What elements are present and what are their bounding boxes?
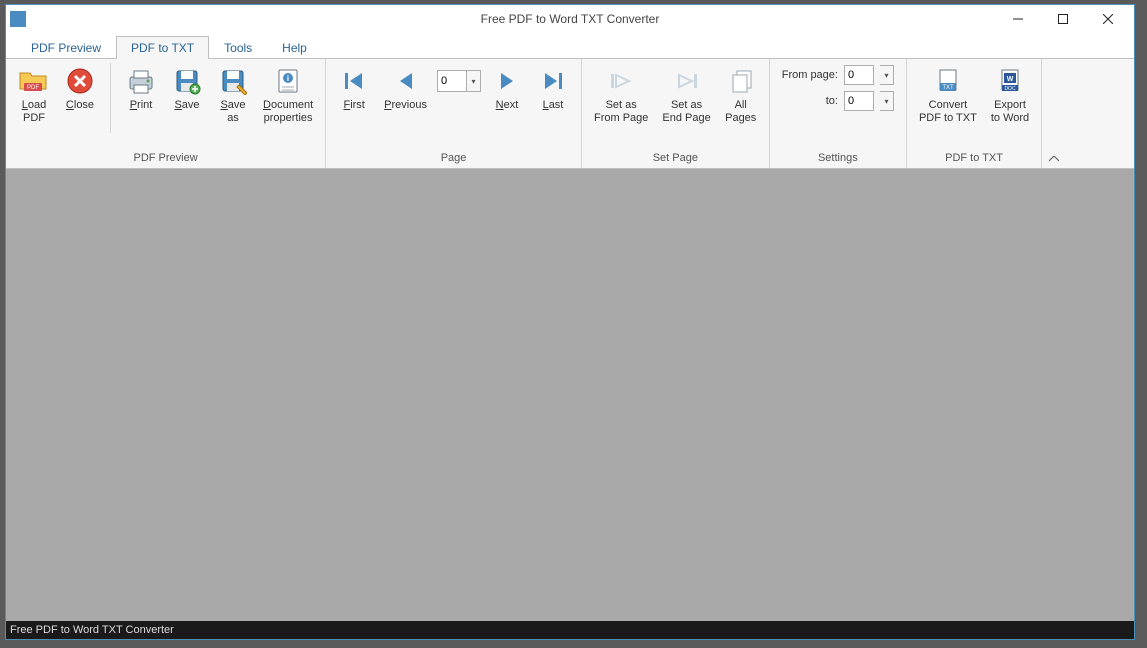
minimize-button[interactable]: [995, 5, 1040, 33]
from-page-row: From page: ▾: [782, 65, 894, 85]
set-from-label: Set asFrom Page: [594, 99, 648, 125]
document-area: [6, 169, 1134, 621]
set-end-icon: [671, 65, 703, 97]
txt-file-icon: TXT: [932, 65, 964, 97]
close-pdf-button[interactable]: Close: [60, 63, 100, 114]
from-page-label: From page:: [782, 69, 838, 81]
next-icon: [491, 65, 523, 97]
set-end-label: Set asEnd Page: [662, 99, 710, 125]
page-number-input[interactable]: [437, 70, 467, 92]
svg-text:TXT: TXT: [942, 85, 954, 91]
printer-icon: [125, 65, 157, 97]
divider: [110, 63, 111, 133]
convert-to-txt-button[interactable]: TXT ConvertPDF to TXT: [915, 63, 981, 127]
statusbar: Free PDF to Word TXT Converter: [6, 621, 1134, 639]
group-pdf-preview: PDF LoadPDF Close Print Save: [6, 59, 326, 168]
from-page-input[interactable]: [844, 65, 874, 85]
first-icon: [338, 65, 370, 97]
all-pages-icon: [725, 65, 757, 97]
first-page-button[interactable]: First: [334, 63, 374, 114]
document-properties-button[interactable]: i Documentproperties: [259, 63, 317, 127]
tab-help[interactable]: Help: [267, 36, 322, 59]
to-page-label: to:: [826, 95, 838, 107]
ribbon: PDF LoadPDF Close Print Save: [6, 59, 1134, 169]
app-window: Free PDF to Word TXT Converter PDF Previ…: [5, 4, 1135, 640]
group-title-setpage: Set Page: [590, 149, 761, 168]
print-button[interactable]: Print: [121, 63, 161, 114]
last-page-button[interactable]: Last: [533, 63, 573, 114]
tab-tools[interactable]: Tools: [209, 36, 267, 59]
from-page-dropdown[interactable]: ▾: [880, 65, 894, 85]
close-x-icon: [64, 65, 96, 97]
group-title-convert: PDF to TXT: [915, 149, 1033, 168]
collapse-ribbon-button[interactable]: [1042, 59, 1066, 168]
all-pages-button[interactable]: AllPages: [721, 63, 761, 127]
previous-icon: [390, 65, 422, 97]
save-button[interactable]: Save: [167, 63, 207, 114]
export-to-word-button[interactable]: W DOC Exportto Word: [987, 63, 1033, 127]
page-number-field: ▾: [437, 65, 481, 97]
to-page-dropdown[interactable]: ▾: [880, 91, 894, 111]
svg-text:W: W: [1007, 76, 1014, 83]
word-file-icon: W DOC: [994, 65, 1026, 97]
group-set-page: Set asFrom Page Set asEnd Page AllPages …: [582, 59, 770, 168]
properties-icon: i: [272, 65, 304, 97]
save-as-icon: [217, 65, 249, 97]
close-button[interactable]: [1085, 5, 1130, 33]
tab-pdf-to-txt[interactable]: PDF to TXT: [116, 36, 209, 59]
ribbon-tabs: PDF Preview PDF to TXT Tools Help: [6, 33, 1134, 59]
set-from-page-button[interactable]: Set asFrom Page: [590, 63, 652, 127]
to-page-input[interactable]: [844, 91, 874, 111]
svg-text:i: i: [287, 74, 289, 83]
titlebar: Free PDF to Word TXT Converter: [6, 5, 1134, 33]
load-pdf-button[interactable]: PDF LoadPDF: [14, 63, 54, 127]
app-icon: [10, 11, 26, 27]
folder-pdf-icon: PDF: [18, 65, 50, 97]
group-settings: From page: ▾ to: ▾ Settings: [770, 59, 907, 168]
window-controls: [995, 5, 1130, 33]
svg-text:PDF: PDF: [27, 85, 39, 91]
previous-page-button[interactable]: Previous: [380, 63, 431, 114]
save-icon: [171, 65, 203, 97]
window-title: Free PDF to Word TXT Converter: [481, 12, 660, 26]
tab-pdf-preview[interactable]: PDF Preview: [16, 36, 116, 59]
last-icon: [537, 65, 569, 97]
group-title-preview: PDF Preview: [14, 149, 317, 168]
to-page-row: to: ▾: [782, 91, 894, 111]
maximize-button[interactable]: [1040, 5, 1085, 33]
status-text: Free PDF to Word TXT Converter: [10, 624, 174, 636]
page-number-dropdown[interactable]: ▾: [467, 70, 481, 92]
all-pages-label: AllPages: [725, 99, 756, 125]
chevron-up-icon: [1049, 156, 1059, 162]
next-page-button[interactable]: Next: [487, 63, 527, 114]
set-from-icon: [605, 65, 637, 97]
group-convert: TXT ConvertPDF to TXT W DOC Exportto Word…: [907, 59, 1042, 168]
group-page: First Previous ▾ Next Last: [326, 59, 582, 168]
set-end-page-button[interactable]: Set asEnd Page: [658, 63, 714, 127]
group-title-settings: Settings: [778, 149, 898, 168]
convert-txt-label: ConvertPDF to TXT: [919, 99, 977, 125]
svg-text:DOC: DOC: [1004, 86, 1016, 92]
export-word-label: Exportto Word: [991, 99, 1029, 125]
group-title-page: Page: [334, 149, 573, 168]
save-as-button[interactable]: Saveas: [213, 63, 253, 127]
